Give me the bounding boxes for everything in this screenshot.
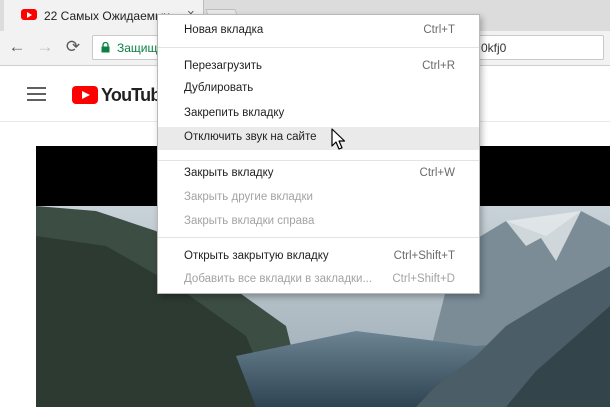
menu-item-close-tab[interactable]: Закрыть вкладку Ctrl+W <box>158 163 479 185</box>
menu-item-bookmark-all-tabs[interactable]: Добавить все вкладки в закладки... Ctrl+… <box>158 269 479 291</box>
forward-icon[interactable]: → <box>34 36 56 58</box>
menu-item-shortcut: Ctrl+T <box>423 24 455 36</box>
menu-item-shortcut: Ctrl+Shift+T <box>393 250 455 262</box>
lock-icon <box>101 42 110 53</box>
menu-item-shortcut: Ctrl+Shift+D <box>392 273 455 285</box>
menu-item-label: Добавить все вкладки в закладки... <box>184 273 373 285</box>
menu-icon[interactable] <box>27 87 46 101</box>
menu-item-label: Отключить звук на сайте <box>184 131 317 143</box>
youtube-favicon-icon <box>21 9 37 20</box>
menu-item-label: Открыть закрытую вкладку <box>184 250 329 262</box>
menu-item-label: Закрыть другие вкладки <box>184 191 313 203</box>
menu-item-label: Закрепить вкладку <box>184 107 285 119</box>
menu-separator <box>158 237 479 238</box>
reload-icon[interactable]: ⟳ <box>62 36 84 58</box>
menu-item-reload[interactable]: Перезагрузить Ctrl+R <box>158 56 479 78</box>
secure-label: Защищ <box>117 41 158 55</box>
menu-item-mute-site[interactable]: Отключить звук на сайте <box>158 127 479 150</box>
tab-title: 22 Самых Ожидаемых С <box>44 9 174 23</box>
menu-item-label: Закрыть вкладку <box>184 167 274 179</box>
youtube-logo-icon <box>72 86 98 104</box>
menu-separator <box>158 47 479 48</box>
menu-item-shortcut: Ctrl+R <box>422 60 455 72</box>
menu-item-close-tabs-right[interactable]: Закрыть вкладки справа <box>158 211 479 233</box>
menu-item-label: Закрыть вкладки справа <box>184 215 315 227</box>
mouse-pointer-icon <box>331 128 346 150</box>
menu-item-close-other-tabs[interactable]: Закрыть другие вкладки <box>158 187 479 209</box>
menu-item-duplicate[interactable]: Дублировать <box>158 78 479 100</box>
url-text: 0kfj0 <box>481 41 507 55</box>
back-icon[interactable]: ← <box>6 36 28 58</box>
menu-separator <box>158 160 479 161</box>
menu-item-label: Новая вкладка <box>184 24 264 36</box>
menu-item-reopen-closed-tab[interactable]: Открыть закрытую вкладку Ctrl+Shift+T <box>158 246 479 268</box>
menu-item-pin-tab[interactable]: Закрепить вкладку <box>158 103 479 125</box>
menu-item-shortcut: Ctrl+W <box>419 167 455 179</box>
menu-item-new-tab[interactable]: Новая вкладка Ctrl+T <box>158 20 479 42</box>
menu-item-label: Перезагрузить <box>184 60 263 72</box>
tab-context-menu: Новая вкладка Ctrl+T Перезагрузить Ctrl+… <box>157 14 480 294</box>
menu-item-label: Дублировать <box>184 82 254 94</box>
